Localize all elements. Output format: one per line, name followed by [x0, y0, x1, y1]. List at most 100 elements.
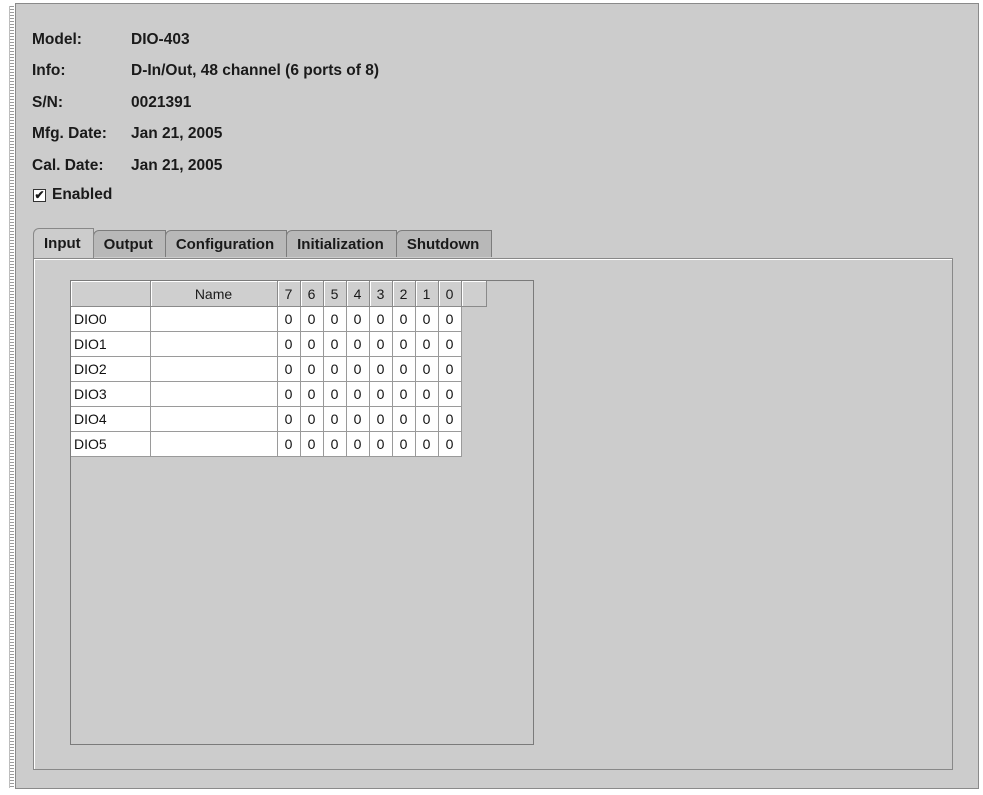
row-filler: [461, 431, 486, 457]
bit-cell-2: 0: [392, 431, 416, 457]
bit-cell-5: 0: [323, 356, 347, 382]
cal-date-value: Jan 21, 2005: [131, 156, 223, 174]
bit-cell-4: 0: [346, 306, 370, 332]
enabled-label: Enabled: [52, 186, 113, 203]
column-header-bit-6[interactable]: 6: [300, 281, 324, 307]
bit-cell-3: 0: [369, 431, 393, 457]
bit-cell-3: 0: [369, 306, 393, 332]
enabled-checkbox-row[interactable]: ✔ Enabled: [33, 186, 112, 204]
tab-output[interactable]: Output: [92, 230, 166, 257]
table-row[interactable]: DIO4 0 0 0 0 0 0 0 0: [71, 406, 486, 432]
bit-cell-1: 0: [415, 306, 439, 332]
bit-cell-7: 0: [277, 431, 301, 457]
column-header-bit-0[interactable]: 0: [438, 281, 462, 307]
bit-cell-7: 0: [277, 331, 301, 357]
bit-cell-5: 0: [323, 431, 347, 457]
tab-input[interactable]: Input: [33, 228, 94, 258]
serial-label: S/N:: [32, 93, 63, 111]
bit-cell-5: 0: [323, 406, 347, 432]
bit-cell-5: 0: [323, 306, 347, 332]
bit-cell-4: 0: [346, 331, 370, 357]
bit-cell-4: 0: [346, 356, 370, 382]
bit-cell-2: 0: [392, 306, 416, 332]
table-row[interactable]: DIO3 0 0 0 0 0 0 0 0: [71, 381, 486, 407]
bit-cell-1: 0: [415, 406, 439, 432]
bit-cell-3: 0: [369, 356, 393, 382]
bit-cell-2: 0: [392, 381, 416, 407]
device-info: Model: DIO-403 Info: D-In/Out, 48 channe…: [32, 24, 379, 182]
bit-cell-0: 0: [438, 331, 462, 357]
resize-grip[interactable]: [0, 0, 14, 795]
port-name-cell: DIO3: [71, 381, 151, 407]
model-value: DIO-403: [131, 30, 190, 48]
row-filler: [461, 356, 486, 382]
tab-configuration[interactable]: Configuration: [164, 230, 288, 257]
bit-cell-7: 0: [277, 406, 301, 432]
bit-cell-6: 0: [300, 406, 324, 432]
bit-cell-7: 0: [277, 306, 301, 332]
bit-cell-2: 0: [392, 406, 416, 432]
input-table: Name 7 6 5 4 3 2 1 0 DIO0 0 0 0 0 0 0 0 0 DIO1 0 0 0…: [71, 281, 487, 457]
port-name-cell: DIO1: [71, 331, 151, 357]
tab-shutdown[interactable]: Shutdown: [395, 230, 493, 257]
column-header-bit-7[interactable]: 7: [277, 281, 301, 307]
input-table-container[interactable]: Name 7 6 5 4 3 2 1 0 DIO0 0 0 0 0 0 0 0 0 DIO1 0 0 0…: [70, 280, 534, 745]
bit-cell-4: 0: [346, 381, 370, 407]
bit-cell-0: 0: [438, 381, 462, 407]
bit-cell-0: 0: [438, 356, 462, 382]
bit-cell-0: 0: [438, 306, 462, 332]
mfg-date-value: Jan 21, 2005: [131, 125, 223, 143]
column-header-device[interactable]: [71, 281, 151, 307]
column-header-bit-2[interactable]: 2: [392, 281, 416, 307]
bit-cell-1: 0: [415, 356, 439, 382]
bit-cell-7: 0: [277, 381, 301, 407]
column-header-bit-4[interactable]: 4: [346, 281, 370, 307]
column-header-filler: [461, 281, 487, 307]
column-header-bit-3[interactable]: 3: [369, 281, 393, 307]
name-cell[interactable]: [150, 331, 278, 357]
bit-cell-4: 0: [346, 431, 370, 457]
name-cell[interactable]: [150, 306, 278, 332]
grip-dots: [9, 6, 14, 788]
bit-cell-7: 0: [277, 356, 301, 382]
bit-cell-0: 0: [438, 406, 462, 432]
bit-cell-5: 0: [323, 331, 347, 357]
tab-initialization[interactable]: Initialization: [286, 230, 397, 257]
table-header-row: Name 7 6 5 4 3 2 1 0: [71, 281, 487, 307]
table-row[interactable]: DIO1 0 0 0 0 0 0 0 0: [71, 331, 486, 357]
info-value: D-In/Out, 48 channel (6 ports of 8): [131, 62, 380, 80]
table-row[interactable]: DIO5 0 0 0 0 0 0 0 0: [71, 431, 486, 457]
name-cell[interactable]: [150, 381, 278, 407]
bit-cell-3: 0: [369, 331, 393, 357]
serial-row: S/N: 0021391: [32, 87, 379, 119]
bit-cell-4: 0: [346, 406, 370, 432]
bit-cell-0: 0: [438, 431, 462, 457]
bit-cell-6: 0: [300, 381, 324, 407]
column-header-name[interactable]: Name: [150, 281, 278, 307]
cal-date-row: Cal. Date: Jan 21, 2005: [32, 150, 379, 182]
name-cell[interactable]: [150, 406, 278, 432]
table-row[interactable]: DIO0 0 0 0 0 0 0 0 0: [71, 306, 486, 332]
row-filler: [461, 306, 486, 332]
tab-bar: Input Output Configuration Initializatio…: [33, 228, 493, 260]
mfg-date-row: Mfg. Date: Jan 21, 2005: [32, 119, 379, 151]
table-row[interactable]: DIO2 0 0 0 0 0 0 0 0: [71, 356, 486, 382]
column-header-bit-1[interactable]: 1: [415, 281, 439, 307]
serial-value: 0021391: [131, 93, 192, 111]
port-name-cell: DIO4: [71, 406, 151, 432]
cal-date-label: Cal. Date:: [32, 156, 104, 174]
bit-cell-2: 0: [392, 356, 416, 382]
name-cell[interactable]: [150, 431, 278, 457]
info-label: Info:: [32, 62, 66, 80]
column-header-bit-5[interactable]: 5: [323, 281, 347, 307]
port-name-cell: DIO2: [71, 356, 151, 382]
name-cell[interactable]: [150, 356, 278, 382]
bit-cell-1: 0: [415, 431, 439, 457]
enabled-checkbox[interactable]: ✔: [33, 188, 46, 202]
row-filler: [461, 381, 486, 407]
bit-cell-6: 0: [300, 306, 324, 332]
port-name-cell: DIO5: [71, 431, 151, 457]
bit-cell-6: 0: [300, 331, 324, 357]
model-row: Model: DIO-403: [32, 24, 379, 56]
bit-cell-1: 0: [415, 381, 439, 407]
